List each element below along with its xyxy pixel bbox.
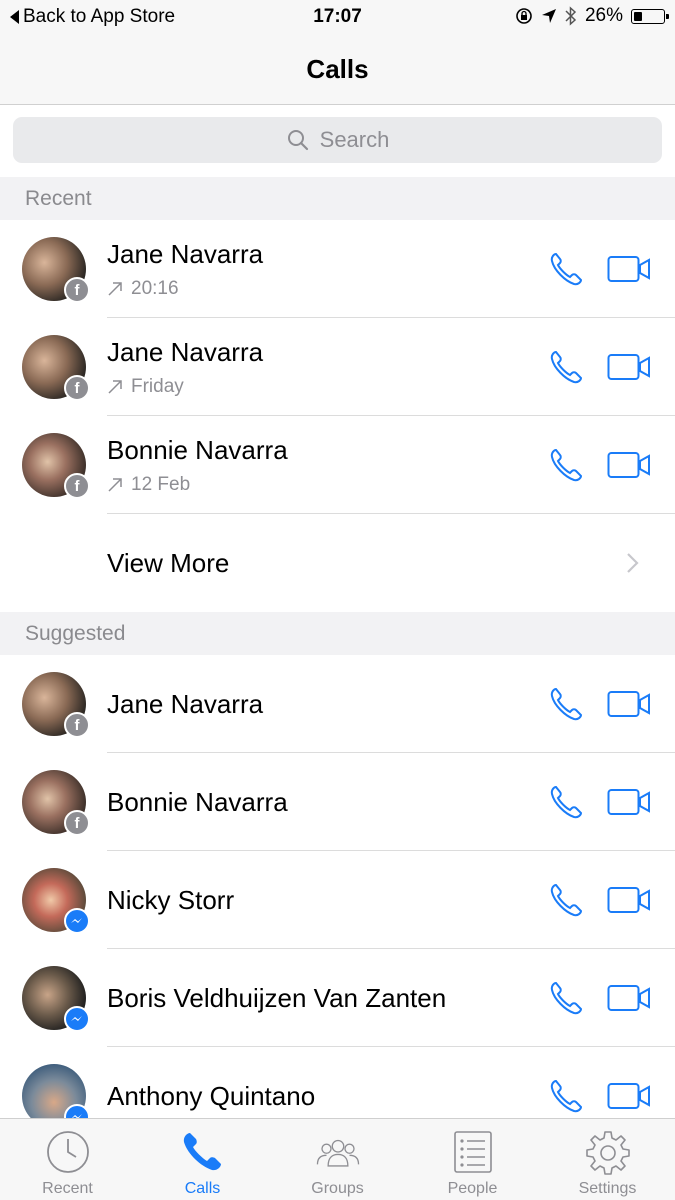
bluetooth-icon: [565, 6, 577, 26]
phone-icon: [183, 1133, 221, 1171]
tab-label: Recent: [42, 1180, 93, 1197]
voice-call-icon[interactable]: [548, 446, 586, 484]
call-time: 12 Feb: [107, 474, 190, 496]
section-header-recent: Recent: [0, 177, 675, 220]
facebook-badge-icon: f: [64, 810, 90, 836]
voice-call-icon[interactable]: [548, 250, 586, 288]
call-time: 20:16: [107, 278, 179, 300]
location-icon: [541, 9, 556, 23]
tab-label: Settings: [578, 1180, 637, 1197]
tab-label: People: [447, 1180, 498, 1197]
list-icon: [453, 1131, 492, 1173]
suggested-contact-row[interactable]: Anthony Quintano: [0, 1047, 675, 1118]
clock-icon: [46, 1131, 89, 1173]
recent-call-row[interactable]: f Jane Navarra Friday: [0, 318, 675, 416]
facebook-badge-icon: f: [64, 712, 90, 738]
contact-name: Bonnie Navarra: [107, 787, 288, 817]
recent-call-row[interactable]: f Jane Navarra 20:16: [0, 220, 675, 318]
view-more-label: View More: [107, 548, 230, 578]
outgoing-arrow-icon: [108, 478, 122, 492]
contact-name: Nicky Storr: [107, 885, 235, 915]
messenger-badge-icon: [64, 1104, 90, 1118]
call-time: Friday: [107, 376, 184, 398]
contact-name: Bonnie Navarra: [107, 435, 288, 465]
facebook-badge-icon: f: [64, 375, 90, 401]
voice-call-icon[interactable]: [548, 979, 586, 1017]
section-header-suggested: Suggested: [0, 612, 675, 655]
voice-call-icon[interactable]: [548, 685, 586, 723]
video-call-icon[interactable]: [607, 450, 651, 480]
contact-name: Jane Navarra: [107, 239, 264, 269]
nav-bar: Calls: [0, 34, 675, 105]
voice-call-icon[interactable]: [548, 783, 586, 821]
orientation-lock-icon: [516, 8, 532, 24]
contact-name: Jane Navarra: [107, 689, 264, 719]
contact-name: Anthony Quintano: [107, 1081, 316, 1111]
call-time-label: Friday: [131, 376, 184, 397]
voice-call-icon[interactable]: [548, 1077, 586, 1115]
video-call-icon[interactable]: [607, 254, 651, 284]
battery-icon: [631, 8, 669, 24]
call-time-label: 20:16: [131, 278, 179, 299]
contact-name: Jane Navarra: [107, 337, 264, 367]
status-bar: Back to App Store 17:07 26%: [0, 0, 675, 34]
messenger-badge-icon: [64, 1006, 90, 1032]
outgoing-arrow-icon: [108, 380, 122, 394]
video-call-icon[interactable]: [607, 352, 651, 382]
search-area: Search: [0, 105, 675, 177]
search-icon: [287, 130, 308, 151]
tab-groups[interactable]: Groups: [270, 1119, 405, 1200]
groups-icon: [316, 1139, 359, 1167]
tab-label: Groups: [311, 1180, 364, 1197]
outgoing-arrow-icon: [108, 282, 122, 296]
tab-people[interactable]: People: [405, 1119, 540, 1200]
tab-label: Calls: [184, 1180, 221, 1197]
search-input[interactable]: Search: [13, 117, 662, 163]
messenger-badge-icon: [64, 908, 90, 934]
suggested-contact-row[interactable]: Boris Veldhuijzen Van Zanten: [0, 949, 675, 1047]
facebook-badge-icon: f: [64, 473, 90, 499]
voice-call-icon[interactable]: [548, 348, 586, 386]
video-call-icon[interactable]: [607, 885, 651, 915]
recent-call-row[interactable]: f Bonnie Navarra 12 Feb: [0, 416, 675, 514]
video-call-icon[interactable]: [607, 1081, 651, 1111]
video-call-icon[interactable]: [607, 983, 651, 1013]
voice-call-icon[interactable]: [548, 881, 586, 919]
suggested-contact-row[interactable]: Nicky Storr: [0, 851, 675, 949]
suggested-contact-row[interactable]: f Jane Navarra: [0, 655, 675, 753]
video-call-icon[interactable]: [607, 689, 651, 719]
call-time-label: 12 Feb: [131, 474, 191, 495]
video-call-icon[interactable]: [607, 787, 651, 817]
suggested-contact-row[interactable]: f Bonnie Navarra: [0, 753, 675, 851]
tab-settings[interactable]: Settings: [540, 1119, 675, 1200]
chevron-right-icon: [627, 553, 639, 573]
gear-icon: [585, 1131, 630, 1175]
facebook-badge-icon: f: [64, 277, 90, 303]
contact-name: Boris Veldhuijzen Van Zanten: [107, 983, 447, 1013]
search-placeholder: Search: [319, 127, 390, 152]
page-title: Calls: [306, 54, 369, 84]
tab-recent[interactable]: Recent: [0, 1119, 135, 1200]
status-indicators: 26%: [515, 5, 669, 27]
view-more-button[interactable]: View More: [0, 514, 675, 612]
battery-percent: 26%: [584, 5, 623, 26]
tab-bar: Recent Calls Groups People Settings: [0, 1118, 675, 1200]
tab-calls[interactable]: Calls: [135, 1119, 270, 1200]
